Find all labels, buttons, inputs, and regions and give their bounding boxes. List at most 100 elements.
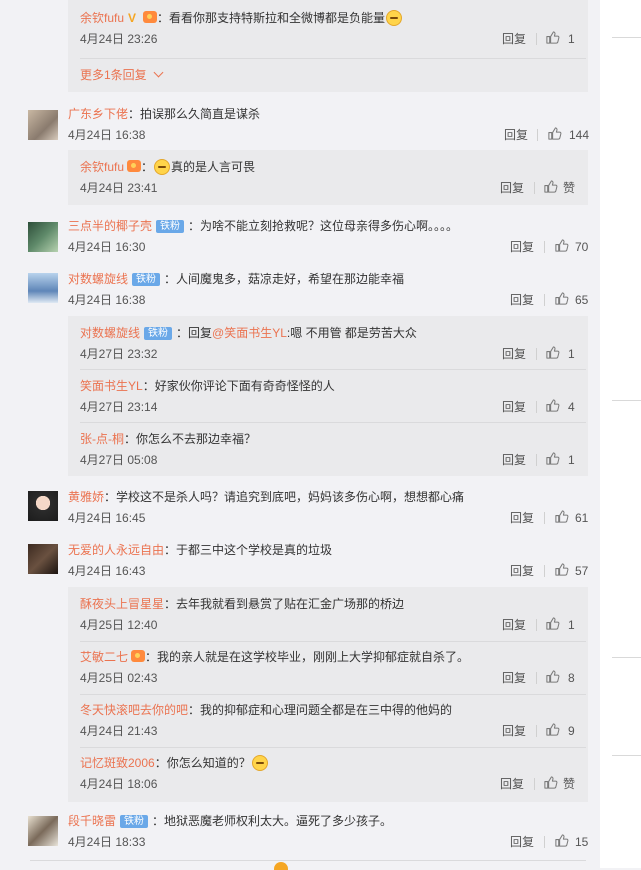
reply-username[interactable]: 艾敏二七 — [80, 650, 128, 664]
comment-time: 4月24日 16:38 — [68, 128, 146, 142]
reply-username[interactable]: 酥夜头上冒星星 — [80, 597, 164, 611]
like-count: 赞 — [563, 181, 576, 195]
like-count: 9 — [568, 724, 575, 738]
action-separator — [537, 129, 538, 141]
action-separator — [536, 672, 537, 684]
verified-icon: V — [128, 11, 137, 25]
like-icon[interactable] — [545, 398, 561, 414]
action-separator — [536, 619, 537, 631]
action-separator — [536, 725, 537, 737]
reply-text: ：我的亲人就是在这学校毕业，刚刚上大学抑郁症就自杀了。 — [145, 650, 470, 664]
like-icon[interactable] — [545, 669, 561, 685]
reply-username[interactable]: 笑面书生YL — [80, 379, 143, 393]
like-count: 15 — [575, 835, 589, 849]
reply-divider — [80, 422, 586, 423]
comment-time: 4月24日 16:45 — [68, 511, 146, 525]
reply-divider — [80, 369, 586, 370]
mention-link[interactable]: @笑面书生YL — [212, 326, 287, 340]
reply-button[interactable]: 回复 — [510, 292, 534, 308]
reply-button[interactable]: 回复 — [510, 563, 534, 579]
reply-text: 真的是人言可畏 — [171, 160, 256, 174]
reply-time: 4月24日 18:06 — [80, 777, 158, 791]
reply-button[interactable]: 回复 — [502, 31, 526, 47]
reply-time: 4月24日 21:43 — [80, 724, 158, 738]
action-separator — [534, 182, 535, 194]
avatar[interactable] — [28, 110, 58, 140]
like-icon[interactable] — [545, 30, 561, 46]
reply-button[interactable]: 回复 — [500, 776, 524, 792]
reply-button[interactable]: 回复 — [500, 180, 524, 196]
reply-username[interactable]: 冬天快滚吧去你的吧 — [80, 703, 188, 717]
reply-divider — [80, 58, 586, 59]
like-icon[interactable] — [554, 291, 570, 307]
comment-username[interactable]: 广东乡下佬 — [68, 107, 128, 121]
sidebar-divider — [612, 755, 641, 756]
comment-time: 4月24日 16:38 — [68, 293, 146, 307]
action-separator — [544, 512, 545, 524]
action-separator — [536, 33, 537, 45]
reply-button[interactable]: 回复 — [504, 127, 528, 143]
comment-username[interactable]: 段千晓雷 — [68, 814, 116, 828]
sidebar-divider — [612, 400, 641, 401]
like-icon[interactable] — [547, 126, 563, 142]
emoji-icon — [154, 159, 171, 175]
reply-username[interactable]: 余钦fufu — [80, 11, 124, 25]
like-icon[interactable] — [543, 775, 559, 791]
reply-time: 4月27日 23:14 — [80, 400, 158, 414]
reply-button[interactable]: 回复 — [502, 452, 526, 468]
like-count: 赞 — [563, 777, 576, 791]
right-sidebar — [600, 0, 641, 868]
like-icon[interactable] — [554, 509, 570, 525]
reply-text: ：我的抑郁症和心理问题全都是在三中得的他妈的 — [188, 703, 453, 717]
like-icon[interactable] — [554, 562, 570, 578]
like-icon[interactable] — [545, 451, 561, 467]
reply-button[interactable]: 回复 — [510, 239, 534, 255]
like-icon[interactable] — [545, 616, 561, 632]
like-icon[interactable] — [545, 345, 561, 361]
avatar[interactable] — [28, 273, 58, 303]
reply-text: ：好家伙你评论下面有奇奇怪怪的人 — [142, 379, 335, 393]
action-separator — [544, 294, 545, 306]
comment-text: ：地狱恶魔老师权利太大。逼死了多少孩子。 — [152, 814, 393, 828]
reply-button[interactable]: 回复 — [510, 834, 534, 850]
avatar[interactable] — [28, 491, 58, 521]
reply-button[interactable]: 回复 — [502, 617, 526, 633]
avatar[interactable] — [28, 544, 58, 574]
like-icon[interactable] — [543, 179, 559, 195]
avatar[interactable] — [28, 816, 58, 846]
like-icon[interactable] — [545, 722, 561, 738]
reply-button[interactable]: 回复 — [502, 399, 526, 415]
comment-username[interactable]: 无爱的人永远自由 — [68, 543, 164, 557]
reply-text: ：去年我就看到悬赏了贴在汇金广场那的桥边 — [164, 597, 405, 611]
more-replies-link[interactable]: 更多1条回复 — [80, 67, 164, 83]
action-separator — [536, 401, 537, 413]
comment-username[interactable]: 对数螺旋线 — [68, 272, 128, 286]
reply-button[interactable]: 回复 — [510, 510, 534, 526]
comment-divider — [30, 860, 586, 861]
reply-username[interactable]: 余钦fufu — [80, 160, 124, 174]
reply-text: ：你怎么不去那边幸福？ — [124, 432, 257, 446]
comment-text: ：人间魔鬼多，菇凉走好，希望在那边能幸福 — [164, 272, 405, 286]
fan-badge: 铁粉 — [120, 815, 149, 828]
avatar[interactable] — [28, 222, 58, 252]
action-separator — [544, 836, 545, 848]
reply-username[interactable]: 记忆斑致2006 — [80, 756, 155, 770]
fan-badge: 铁粉 — [144, 327, 173, 340]
reply-button[interactable]: 回复 — [502, 723, 526, 739]
sidebar-divider — [612, 37, 641, 38]
comment-username[interactable]: 黄雅娇 — [68, 490, 104, 504]
reply-button[interactable]: 回复 — [502, 670, 526, 686]
reply-time: 4月27日 05:08 — [80, 453, 158, 467]
like-icon[interactable] — [554, 238, 570, 254]
medal-icon — [143, 11, 158, 23]
reply-username[interactable]: 对数螺旋线 — [80, 326, 140, 340]
like-count: 61 — [575, 511, 589, 525]
reply-button[interactable]: 回复 — [502, 346, 526, 362]
reply-text: ：看看你那支持特斯拉和全微博都是负能量 — [157, 11, 386, 25]
reply-username[interactable]: 张-点-桐 — [80, 432, 124, 446]
comment-username[interactable]: 三点半的椰子壳 — [68, 219, 152, 233]
like-icon[interactable] — [554, 833, 570, 849]
comment-time: 4月24日 16:30 — [68, 240, 146, 254]
action-separator — [534, 778, 535, 790]
action-separator — [536, 454, 537, 466]
